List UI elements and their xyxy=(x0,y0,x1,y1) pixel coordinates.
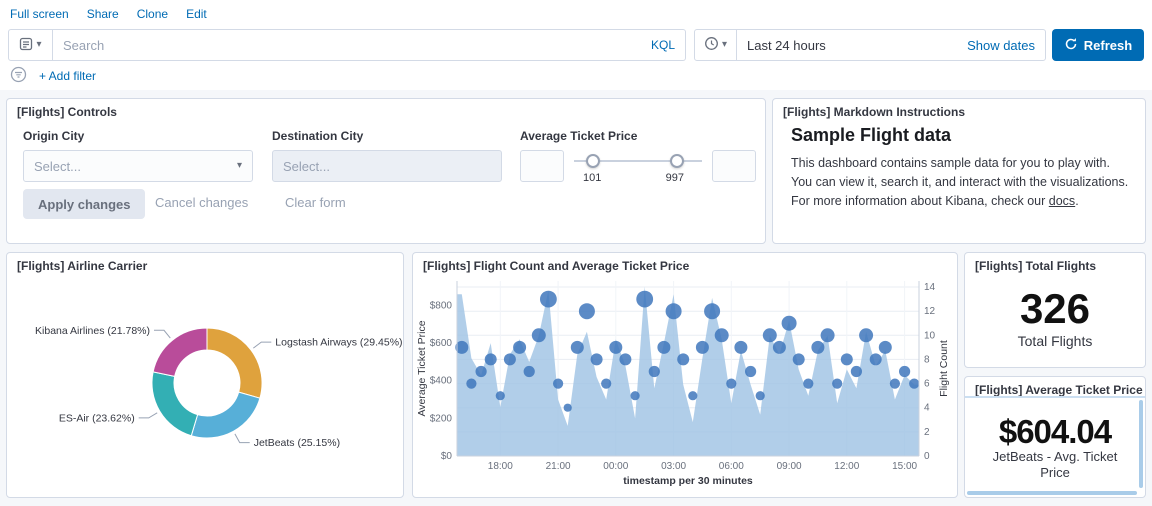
svg-text:Average Ticket Price: Average Ticket Price xyxy=(416,320,428,416)
origin-city-label: Origin City xyxy=(23,129,253,143)
svg-text:6: 6 xyxy=(924,379,930,390)
horizontal-scrollbar[interactable] xyxy=(967,491,1137,495)
avg-ticket-price-label: JetBeats - Avg. Ticket Price xyxy=(965,449,1145,482)
chevron-down-icon: ▾ xyxy=(36,40,41,50)
svg-text:$0: $0 xyxy=(441,451,453,462)
query-bar: ▾ KQL ▾ Last 24 hours Show dates Refresh xyxy=(8,29,1144,61)
apply-changes-button[interactable]: Apply changes xyxy=(23,189,145,219)
svg-text:ES-Air (23.62%): ES-Air (23.62%) xyxy=(59,412,135,424)
markdown-heading: Sample Flight data xyxy=(791,125,951,146)
filter-bar: + Add filter xyxy=(10,65,96,87)
time-range-value[interactable]: Last 24 hours xyxy=(747,38,826,53)
saved-query-icon xyxy=(19,37,33,54)
slider-handle-min[interactable] xyxy=(586,154,600,168)
total-flights-value: 326 xyxy=(965,285,1145,333)
chevron-down-icon: ▾ xyxy=(237,161,242,171)
panel-flight-count-avg-price: [Flights] Flight Count and Average Ticke… xyxy=(412,252,958,498)
panel-title[interactable]: [Flights] Total Flights xyxy=(975,259,1096,273)
svg-text:15:00: 15:00 xyxy=(892,461,917,472)
total-flights-label: Total Flights xyxy=(965,333,1145,349)
add-filter-button[interactable]: + Add filter xyxy=(39,69,96,83)
kql-language-button[interactable]: KQL xyxy=(651,38,675,52)
svg-text:21:00: 21:00 xyxy=(546,461,571,472)
refresh-label: Refresh xyxy=(1084,38,1132,53)
svg-text:8: 8 xyxy=(924,354,930,365)
svg-text:$200: $200 xyxy=(430,413,453,424)
dashboard-top-menu: Full screen Share Clone Edit xyxy=(10,0,207,27)
airline-carrier-donut-chart[interactable]: Logstash Airways (29.45%) JetBeats (25.15… xyxy=(7,273,403,497)
svg-text:06:00: 06:00 xyxy=(719,461,744,472)
markdown-text: . xyxy=(1075,194,1078,208)
svg-text:09:00: 09:00 xyxy=(777,461,802,472)
origin-city-select[interactable]: Select... ▾ xyxy=(23,150,253,182)
share-link[interactable]: Share xyxy=(87,7,119,21)
chevron-down-icon: ▾ xyxy=(722,40,727,50)
svg-text:2: 2 xyxy=(924,427,930,438)
clone-link[interactable]: Clone xyxy=(137,7,168,21)
svg-text:03:00: 03:00 xyxy=(661,461,686,472)
panel-total-flights: [Flights] Total Flights 326 Total Flight… xyxy=(964,252,1146,368)
price-min-input[interactable] xyxy=(520,150,564,182)
svg-text:12:00: 12:00 xyxy=(834,461,859,472)
svg-text:12: 12 xyxy=(924,306,936,317)
panel-title[interactable]: [Flights] Airline Carrier xyxy=(17,259,147,273)
svg-text:Kibana Airlines (21.78%): Kibana Airlines (21.78%) xyxy=(35,325,150,337)
search-input[interactable] xyxy=(63,38,643,53)
vertical-scrollbar[interactable] xyxy=(1139,400,1143,488)
svg-text:00:00: 00:00 xyxy=(603,461,628,472)
average-ticket-price-label: Average Ticket Price xyxy=(520,129,756,143)
svg-text:Flight Count: Flight Count xyxy=(938,340,950,397)
clear-form-button[interactable]: Clear form xyxy=(285,195,346,210)
origin-city-control: Origin City Select... ▾ xyxy=(23,129,253,182)
svg-text:10: 10 xyxy=(924,330,936,341)
panel-title[interactable]: [Flights] Flight Count and Average Ticke… xyxy=(423,259,689,273)
slider-min-value: 101 xyxy=(583,172,601,184)
svg-text:14: 14 xyxy=(924,282,936,293)
panel-average-ticket-price: [Flights] Average Ticket Price $604.04 J… xyxy=(964,376,1146,498)
edit-link[interactable]: Edit xyxy=(186,7,207,21)
show-dates-link[interactable]: Show dates xyxy=(967,38,1035,53)
flight-count-price-chart[interactable]: $0 $200 $400 $600 $800 0 2 4 6 8 10 12 14 18:00 21:00 0… xyxy=(413,273,957,497)
average-ticket-price-control: Average Ticket Price 101 997 xyxy=(520,129,756,182)
slider-handle-max[interactable] xyxy=(670,154,684,168)
panel-title[interactable]: [Flights] Markdown Instructions xyxy=(783,105,965,119)
panel-title[interactable]: [Flights] Controls xyxy=(17,105,117,119)
docs-link[interactable]: docs xyxy=(1049,194,1075,208)
svg-text:18:00: 18:00 xyxy=(488,461,513,472)
origin-city-placeholder: Select... xyxy=(34,159,81,174)
search-box: KQL xyxy=(53,29,686,61)
svg-text:4: 4 xyxy=(924,403,930,414)
svg-text:Logstash Airways (29.45%): Logstash Airways (29.45%) xyxy=(275,337,402,349)
destination-city-placeholder: Select... xyxy=(283,159,330,174)
price-range-slider: 101 997 xyxy=(574,150,702,182)
time-picker: ▾ Last 24 hours Show dates xyxy=(694,29,1046,61)
destination-city-control: Destination City Select... xyxy=(272,129,502,182)
svg-text:0: 0 xyxy=(924,451,930,462)
slider-max-value: 997 xyxy=(666,172,684,184)
destination-city-label: Destination City xyxy=(272,129,502,143)
markdown-body: This dashboard contains sample data for … xyxy=(791,154,1130,210)
svg-text:$600: $600 xyxy=(430,338,453,349)
panel-markdown-instructions: [Flights] Markdown Instructions Sample F… xyxy=(772,98,1146,244)
panel-airline-carrier: [Flights] Airline Carrier Logstash Airwa… xyxy=(6,252,404,498)
kibana-flights-dashboard: Full screen Share Clone Edit ▾ KQL ▾ Las… xyxy=(0,0,1152,506)
destination-city-select[interactable]: Select... xyxy=(272,150,502,182)
svg-text:timestamp per 30 minutes: timestamp per 30 minutes xyxy=(623,475,753,487)
saved-query-menu-button[interactable]: ▾ xyxy=(8,29,53,61)
panel-flights-controls: [Flights] Controls Origin City Select...… xyxy=(6,98,766,244)
svg-text:$400: $400 xyxy=(430,376,453,387)
filter-options-icon[interactable] xyxy=(10,66,27,86)
cancel-changes-button[interactable]: Cancel changes xyxy=(155,195,248,210)
avg-ticket-price-value: $604.04 xyxy=(965,413,1145,451)
panel-title[interactable]: [Flights] Average Ticket Price xyxy=(975,383,1143,397)
time-picker-menu-button[interactable]: ▾ xyxy=(695,30,737,60)
refresh-button[interactable]: Refresh xyxy=(1052,29,1144,61)
svg-text:JetBeats (25.15%): JetBeats (25.15%) xyxy=(254,437,340,449)
price-max-input[interactable] xyxy=(712,150,756,182)
refresh-icon xyxy=(1064,37,1078,54)
panel-divider xyxy=(965,396,1145,398)
full-screen-link[interactable]: Full screen xyxy=(10,7,69,21)
clock-icon xyxy=(704,36,719,54)
svg-text:$800: $800 xyxy=(430,301,453,312)
